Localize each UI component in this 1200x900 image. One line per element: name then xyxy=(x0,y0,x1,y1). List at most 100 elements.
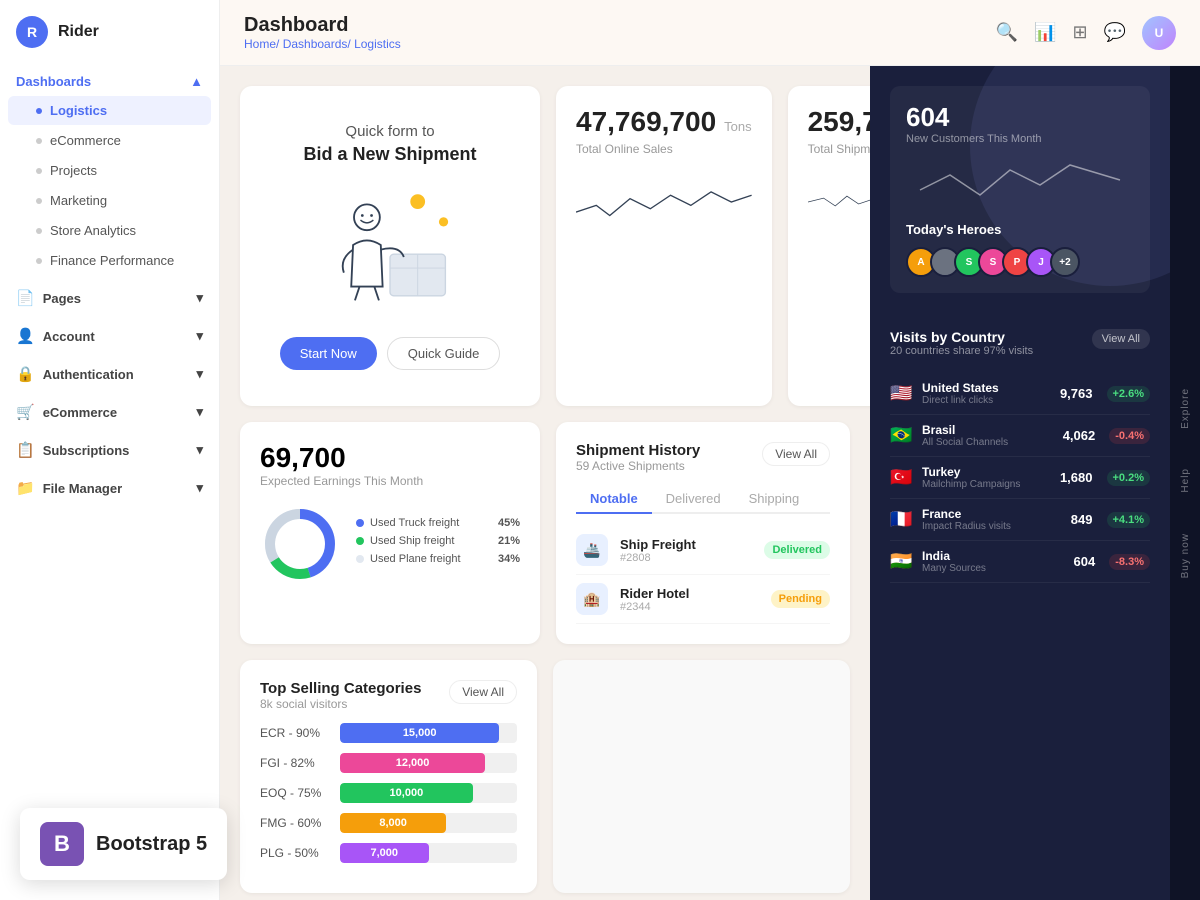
tab-shipping[interactable]: Shipping xyxy=(735,485,814,514)
table-row: 🏨 Rider Hotel #2344 Pending xyxy=(576,575,830,624)
sidebar-item-marketing[interactable]: Marketing xyxy=(8,186,211,215)
pages-label[interactable]: 📄 Pages ▾ xyxy=(0,283,219,313)
cat-bar: 8,000 xyxy=(340,813,446,833)
bootstrap-text: Bootstrap 5 xyxy=(96,833,207,856)
breadcrumb: Home/ Dashboards/ Logistics xyxy=(244,37,401,51)
earnings-card: 69,700 Expected Earnings This Month xyxy=(240,422,540,644)
file-manager-group: 📁 File Manager ▾ xyxy=(0,473,219,503)
table-row: 🚢 Ship Freight #2808 Delivered xyxy=(576,526,830,575)
sidebar-item-logistics[interactable]: Logistics xyxy=(8,96,211,125)
cat-label: PLG - 50% xyxy=(260,846,330,860)
sparkline-svg xyxy=(808,172,870,232)
logo-icon: R xyxy=(16,16,48,48)
country-source: All Social Channels xyxy=(922,437,1055,448)
sparkline-svg xyxy=(906,155,1134,205)
grid-icon[interactable]: ⊞ xyxy=(1072,22,1087,43)
country-change: -8.3% xyxy=(1109,554,1150,570)
shipments-sparkline xyxy=(808,172,870,237)
country-count: 849 xyxy=(1071,512,1093,527)
country-change: +4.1% xyxy=(1107,512,1151,528)
chevron-down-icon: ▾ xyxy=(196,404,203,420)
subscriptions-group: 📋 Subscriptions ▾ xyxy=(0,435,219,465)
header-left: Dashboard Home/ Dashboards/ Logistics xyxy=(244,14,401,51)
total-sales-card: 47,769,700 Tons Total Online Sales xyxy=(556,86,772,406)
ship-id: #2808 xyxy=(620,552,752,564)
account-label[interactable]: 👤 Account ▾ xyxy=(0,321,219,351)
cat-row-eoq: EOQ - 75% 10,000 xyxy=(260,783,517,803)
shipment-header: Shipment History 59 Active Shipments Vie… xyxy=(576,442,830,473)
countries-header: Visits by Country 20 countries share 97%… xyxy=(890,329,1150,369)
hero-avatars: A S S P J +2 xyxy=(906,247,1134,277)
quick-form-title: Bid a New Shipment xyxy=(303,144,476,165)
total-shipments-label: Total Shipments xyxy=(808,142,870,156)
search-icon[interactable]: 🔍 xyxy=(996,22,1018,43)
account-group: 👤 Account ▾ xyxy=(0,321,219,351)
country-name: United States xyxy=(922,381,1052,395)
hotel-icon: 🏨 xyxy=(576,583,608,615)
legend-item-truck: Used Truck freight 45% xyxy=(356,517,520,529)
chart-icon[interactable]: 📊 xyxy=(1034,22,1056,43)
country-source: Direct link clicks xyxy=(922,395,1052,406)
bootstrap-icon: B xyxy=(40,822,84,866)
country-source: Many Sources xyxy=(922,563,1066,574)
total-sales-unit: Tons xyxy=(724,119,751,134)
country-source: Impact Radius visits xyxy=(922,521,1063,532)
sidebar-item-ecommerce[interactable]: eCommerce xyxy=(8,126,211,155)
pages-group: 📄 Pages ▾ xyxy=(0,283,219,313)
buy-now-label[interactable]: Buy now xyxy=(1180,533,1191,578)
categories-view-all[interactable]: View All xyxy=(449,680,517,704)
explore-label[interactable]: Explore xyxy=(1180,388,1191,429)
main-area: Dashboard Home/ Dashboards/ Logistics 🔍 … xyxy=(220,0,1200,900)
chevron-down-icon: ▾ xyxy=(196,366,203,382)
subscriptions-label[interactable]: 📋 Subscriptions ▾ xyxy=(0,435,219,465)
countries-subtitle: 20 countries share 97% visits xyxy=(890,345,1033,357)
country-change: +0.2% xyxy=(1107,470,1151,486)
right-top-cards: 604 New Customers This Month Today's Her… xyxy=(870,66,1170,313)
tab-notable[interactable]: Notable xyxy=(576,485,652,514)
countries-view-all[interactable]: View All xyxy=(1092,329,1150,349)
help-label[interactable]: Help xyxy=(1180,468,1191,493)
dashboards-label[interactable]: Dashboards ▲ xyxy=(0,68,219,95)
hero-avatar-count: +2 xyxy=(1050,247,1080,277)
shipment-view-all[interactable]: View All xyxy=(762,442,830,466)
dot-icon xyxy=(36,228,42,234)
sidebar-item-finance-performance[interactable]: Finance Performance xyxy=(8,246,211,275)
dot-icon xyxy=(36,258,42,264)
ecommerce-sidebar-label[interactable]: 🛒 eCommerce ▾ xyxy=(0,397,219,427)
countries-section: Visits by Country 20 countries share 97%… xyxy=(870,313,1170,900)
mid-row: 69,700 Expected Earnings This Month xyxy=(240,422,850,644)
explore-sidebar: Explore Help Buy now xyxy=(1170,66,1200,900)
avatar[interactable]: U xyxy=(1142,16,1176,50)
authentication-label[interactable]: 🔒 Authentication ▾ xyxy=(0,359,219,389)
message-icon[interactable]: 💬 xyxy=(1104,22,1126,43)
shipment-history-card: Shipment History 59 Active Shipments Vie… xyxy=(556,422,850,644)
chevron-down-icon: ▾ xyxy=(196,480,203,496)
status-badge: Pending xyxy=(771,590,830,608)
cat-row-fmg: FMG - 60% 8,000 xyxy=(260,813,517,833)
quick-guide-button[interactable]: Quick Guide xyxy=(387,337,501,370)
country-row-fr: 🇫🇷 France Impact Radius visits 849 +4.1% xyxy=(890,499,1150,541)
dashboard-main: Quick form to Bid a New Shipment xyxy=(220,66,870,900)
sidebar-item-projects[interactable]: Projects xyxy=(8,156,211,185)
legend-item-ship: Used Ship freight 21% xyxy=(356,535,520,547)
sidebar-item-store-analytics[interactable]: Store Analytics xyxy=(8,216,211,245)
header: Dashboard Home/ Dashboards/ Logistics 🔍 … xyxy=(220,0,1200,66)
cat-row-plg: PLG - 50% 7,000 xyxy=(260,843,517,863)
country-count: 604 xyxy=(1074,554,1096,569)
top-row: Quick form to Bid a New Shipment xyxy=(240,86,850,406)
tab-delivered[interactable]: Delivered xyxy=(652,485,735,514)
donut-chart xyxy=(260,504,340,584)
shipment-subtitle: 59 Active Shipments xyxy=(576,459,700,473)
total-shipments-value: 259,786 xyxy=(808,106,870,138)
start-now-button[interactable]: Start Now xyxy=(280,337,377,370)
categories-header: Top Selling Categories 8k social visitor… xyxy=(260,680,517,711)
shipment-tabs: Notable Delivered Shipping xyxy=(576,485,830,514)
file-manager-label[interactable]: 📁 File Manager ▾ xyxy=(0,473,219,503)
form-buttons: Start Now Quick Guide xyxy=(280,337,501,370)
us-flag: 🇺🇸 xyxy=(890,383,914,404)
right-panel: 604 New Customers This Month Today's Her… xyxy=(870,66,1170,900)
cat-bar: 7,000 xyxy=(340,843,429,863)
earnings-label: Expected Earnings This Month xyxy=(260,474,520,488)
logo[interactable]: R Rider xyxy=(0,16,219,68)
country-row-br: 🇧🇷 Brasil All Social Channels 4,062 -0.4… xyxy=(890,415,1150,457)
